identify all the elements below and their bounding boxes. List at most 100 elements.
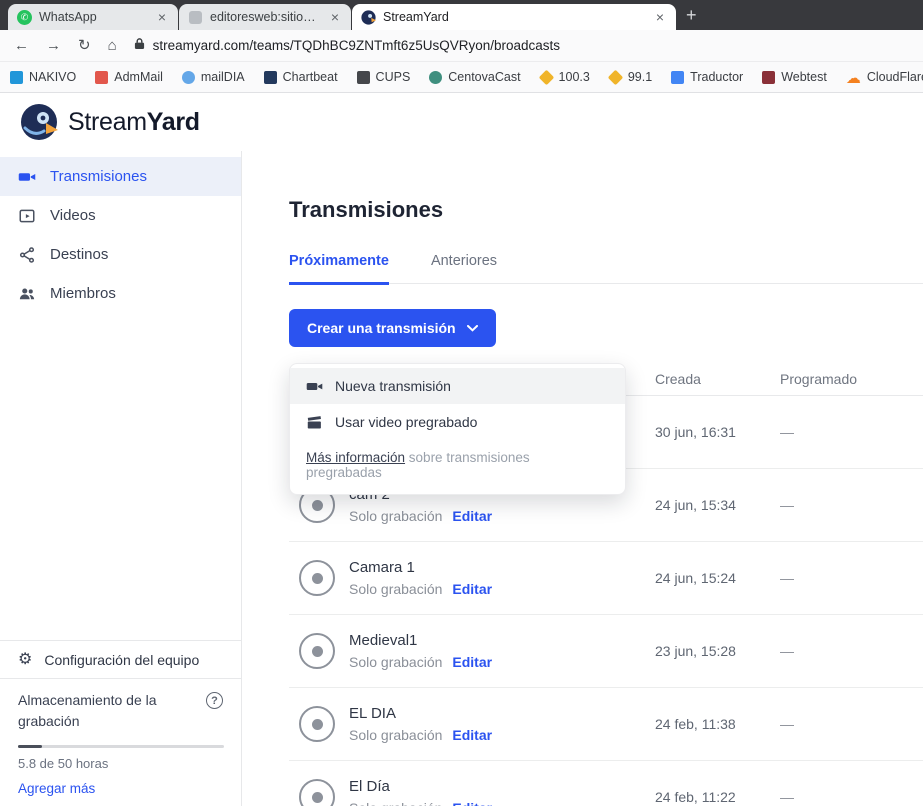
clapperboard-icon xyxy=(306,414,323,431)
broadcast-type: Solo grabación xyxy=(349,800,442,806)
sidebar-item-transmisiones[interactable]: Transmisiones xyxy=(0,157,241,196)
bookmark-chartbeat[interactable]: Chartbeat xyxy=(264,70,338,84)
more-info-link[interactable]: Más información xyxy=(306,450,405,465)
bookmarks-bar: NAKIVO AdmMail mailDIA Chartbeat CUPS Ce… xyxy=(0,62,923,93)
tab-whatsapp[interactable]: ✆ WhatsApp × xyxy=(8,4,178,30)
row-created: 24 feb, 11:38 xyxy=(655,716,780,732)
bookmark-cups[interactable]: CUPS xyxy=(357,70,411,84)
row-created: 23 jun, 15:28 xyxy=(655,643,780,659)
menu-item-nueva-transmision[interactable]: Nueva transmisión xyxy=(290,368,625,404)
streamyard-favicon xyxy=(361,10,376,25)
record-icon xyxy=(299,779,335,806)
site-icon xyxy=(188,10,203,25)
tab-title: editoresweb:sitioweb:eldia.co xyxy=(210,10,321,24)
reload-icon[interactable]: ↻ xyxy=(78,38,91,53)
broadcast-title: EL DIA xyxy=(349,705,492,722)
back-icon[interactable]: ← xyxy=(14,38,29,53)
maildia-icon xyxy=(182,71,195,84)
new-tab-button[interactable]: + xyxy=(686,5,697,26)
broadcast-type: Solo grabación xyxy=(349,581,442,597)
bookmark-nakivo[interactable]: NAKIVO xyxy=(10,70,76,84)
create-broadcast-dropdown: Nueva transmisión Usar video pregrabado … xyxy=(289,363,626,495)
video-library-icon xyxy=(18,207,36,225)
url-text[interactable]: streamyard.com/teams/TQDhBC9ZNTmft6z5UsQ… xyxy=(153,38,560,53)
main-content: Transmisiones Próximamente Anteriores Cr… xyxy=(242,151,923,806)
address-bar[interactable]: streamyard.com/teams/TQDhBC9ZNTmft6z5UsQ… xyxy=(134,37,909,55)
bookmark-webtest[interactable]: Webtest xyxy=(762,70,827,84)
bookmark-admmail[interactable]: AdmMail xyxy=(95,70,163,84)
broadcast-title: Medieval1 xyxy=(349,632,492,649)
broadcast-title: Camara 1 xyxy=(349,559,492,576)
radio-icon xyxy=(608,69,624,85)
broadcast-type: Solo grabación xyxy=(349,654,442,670)
help-icon[interactable]: ? xyxy=(206,692,223,709)
broadcast-title: El Día xyxy=(349,778,492,795)
video-camera-icon xyxy=(18,168,36,186)
tab-title: WhatsApp xyxy=(39,10,148,24)
broadcast-type: Solo grabación xyxy=(349,508,442,524)
add-more-link[interactable]: Agregar más xyxy=(18,781,95,796)
team-settings-button[interactable]: ⚙ Configuración del equipo xyxy=(0,640,241,678)
forward-icon[interactable]: → xyxy=(46,38,61,53)
row-created: 24 jun, 15:24 xyxy=(655,570,780,586)
row-created: 24 feb, 11:22 xyxy=(655,789,780,805)
gear-icon: ⚙ xyxy=(18,652,32,668)
bookmark-traductor[interactable]: Traductor xyxy=(671,70,743,84)
table-row[interactable]: Medieval1 Solo grabación Editar 23 jun, 1… xyxy=(289,615,923,688)
people-icon xyxy=(18,285,36,303)
lock-icon[interactable] xyxy=(134,37,145,55)
row-created: 30 jun, 16:31 xyxy=(655,424,780,440)
sidebar-item-videos[interactable]: Videos xyxy=(0,196,241,235)
create-broadcast-button[interactable]: Crear una transmisión xyxy=(289,309,496,347)
column-created: Creada xyxy=(655,371,780,387)
sidebar: Transmisiones Videos Destinos Miembros ⚙… xyxy=(0,151,242,806)
cloud-icon: ☁ xyxy=(846,71,861,84)
app-title: StreamYard xyxy=(68,108,200,137)
broadcast-type: Solo grabación xyxy=(349,727,442,743)
webtest-icon xyxy=(762,71,775,84)
close-icon[interactable]: × xyxy=(653,9,667,25)
tab-title: StreamYard xyxy=(383,10,646,24)
edit-link[interactable]: Editar xyxy=(452,727,492,743)
home-icon[interactable]: ⌂ xyxy=(108,38,117,53)
tab-proximamente[interactable]: Próximamente xyxy=(289,253,389,285)
record-icon xyxy=(299,560,335,596)
tab-anteriores[interactable]: Anteriores xyxy=(431,253,497,283)
centovacast-icon xyxy=(429,71,442,84)
storage-progress xyxy=(18,745,224,748)
nakivo-icon xyxy=(10,71,23,84)
row-created: 24 jun, 15:34 xyxy=(655,497,780,513)
chartbeat-icon xyxy=(264,71,277,84)
close-icon[interactable]: × xyxy=(155,9,169,25)
edit-link[interactable]: Editar xyxy=(452,508,492,524)
bookmark-radio-991[interactable]: 99.1 xyxy=(609,70,652,84)
cups-icon xyxy=(357,71,370,84)
browser-tab-bar: ✆ WhatsApp × editoresweb:sitioweb:eldia.… xyxy=(0,0,923,30)
edit-link[interactable]: Editar xyxy=(452,581,492,597)
tab-eldia[interactable]: editoresweb:sitioweb:eldia.co × xyxy=(179,4,351,30)
row-scheduled: — xyxy=(780,497,923,513)
whatsapp-icon: ✆ xyxy=(17,10,32,25)
admmail-icon xyxy=(95,71,108,84)
chevron-down-icon xyxy=(467,325,478,332)
menu-item-video-pregrabado[interactable]: Usar video pregrabado xyxy=(290,404,625,440)
streamyard-logo-icon[interactable] xyxy=(20,103,58,141)
sidebar-item-destinos[interactable]: Destinos xyxy=(0,235,241,274)
dropdown-info: Más información sobre transmisiones preg… xyxy=(290,440,625,492)
edit-link[interactable]: Editar xyxy=(452,654,492,670)
bookmark-centovacast[interactable]: CentovaCast xyxy=(429,70,520,84)
edit-link[interactable]: Editar xyxy=(452,800,492,806)
record-icon xyxy=(299,706,335,742)
table-row[interactable]: El Día Solo grabación Editar 24 feb, 11:2… xyxy=(289,761,923,806)
bookmark-maildia[interactable]: mailDIA xyxy=(182,70,245,84)
bookmark-cloudflare[interactable]: ☁CloudFlare xyxy=(846,70,923,84)
broadcast-tabs: Próximamente Anteriores xyxy=(289,253,923,284)
close-icon[interactable]: × xyxy=(328,9,342,25)
sidebar-item-miembros[interactable]: Miembros xyxy=(0,274,241,313)
tab-streamyard[interactable]: StreamYard × xyxy=(352,4,676,30)
bookmark-radio-1003[interactable]: 100.3 xyxy=(540,70,590,84)
table-row[interactable]: Camara 1 Solo grabación Editar 24 jun, 15… xyxy=(289,542,923,615)
storage-label: Almacenamiento de la grabación xyxy=(18,690,180,732)
table-row[interactable]: EL DIA Solo grabación Editar 24 feb, 11:3… xyxy=(289,688,923,761)
radio-icon xyxy=(538,69,554,85)
